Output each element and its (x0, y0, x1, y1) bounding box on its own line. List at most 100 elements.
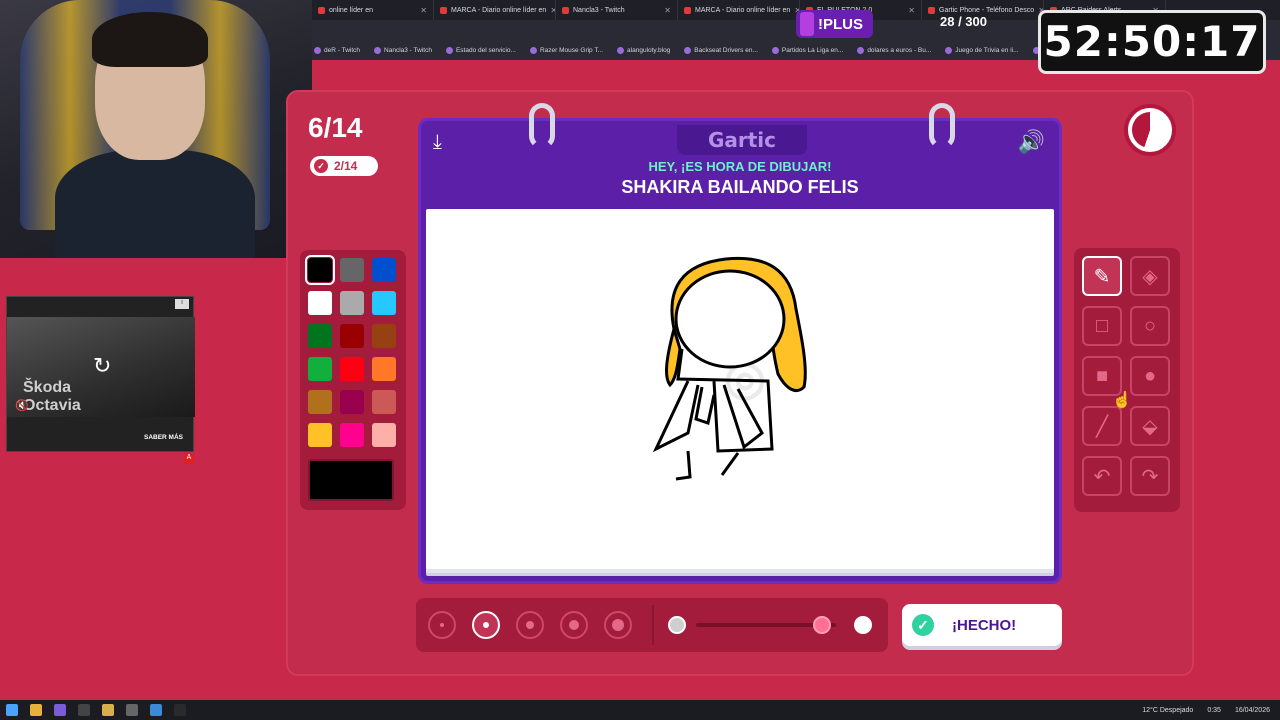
brush-settings-bar (416, 598, 888, 652)
undo-icon[interactable]: ↶ (1082, 456, 1122, 496)
mouse-cursor-icon: ☝ (1112, 392, 1132, 409)
stream-timer: 52:50:17 (1038, 10, 1266, 74)
bookmark-item[interactable]: Nancla3 - Twitch (374, 46, 432, 54)
twitch-icon (562, 6, 569, 14)
app-icon[interactable] (126, 704, 138, 716)
ad-cta-button[interactable]: SABER MÁS (144, 434, 183, 441)
bookmark-icon (445, 46, 453, 54)
drawing-board: ⤓ Gartic 🔊 HEY, ¡ES HORA DE DIBUJAR! SHA… (418, 103, 1062, 584)
line-tool-icon[interactable]: ╱ (1082, 406, 1122, 446)
browser-tab[interactable]: MARCA - Diario online líder en✕ (434, 0, 556, 20)
eraser-tool-icon[interactable]: ◈ (1130, 256, 1170, 296)
brush-size-option[interactable] (428, 611, 456, 639)
opacity-slider-thumb[interactable] (813, 616, 831, 634)
browser-tab[interactable]: MARCA - Diario online líder en✕ (678, 0, 800, 20)
replay-icon[interactable]: ↻ (93, 353, 111, 379)
bookmark-item[interactable]: deR - Twitch (314, 46, 361, 54)
color-swatch[interactable] (340, 324, 364, 348)
sound-icon[interactable]: 🔊 (1018, 129, 1045, 155)
browser-tab[interactable]: Nancla3 - Twitch ✕ (556, 0, 678, 20)
done-check-icon: ✓ (912, 614, 934, 636)
marca-icon (684, 6, 691, 14)
color-swatch[interactable] (340, 291, 364, 315)
color-swatch[interactable] (372, 291, 396, 315)
bookmark-item[interactable]: Partidos La Liga en... (771, 46, 844, 54)
stream-counter: 28 / 300 (940, 14, 987, 29)
color-swatch[interactable] (305, 255, 335, 285)
binder-ring-right (929, 103, 955, 149)
bookmark-label: Backseat Drivers en... (694, 46, 758, 54)
color-swatch[interactable] (308, 291, 332, 315)
bucket-fill-tool-icon[interactable]: ⬙ (1130, 406, 1170, 446)
rectangle-outline-tool-icon[interactable]: □ (1082, 306, 1122, 346)
bookmark-label: alanguloty.blog (627, 46, 671, 54)
plus-logo-icon (800, 12, 814, 36)
close-icon[interactable]: ✕ (908, 6, 915, 15)
color-swatch[interactable] (340, 258, 364, 282)
bookmark-label: Nancla3 - Twitch (384, 46, 432, 54)
round-counter: 6/14 (308, 112, 363, 143)
current-color-preview (308, 459, 394, 501)
opacity-slider[interactable] (696, 616, 836, 634)
download-icon[interactable]: ⤓ (433, 131, 442, 154)
color-swatch[interactable] (372, 357, 396, 381)
brush-size-option[interactable] (472, 611, 500, 639)
folder-icon[interactable] (102, 704, 114, 716)
color-swatch[interactable] (308, 324, 332, 348)
drawing-canvas[interactable]: ◎ (426, 209, 1054, 569)
clock-date: 16/04/2026 (1234, 706, 1270, 714)
terminal-icon[interactable] (174, 704, 186, 716)
close-icon[interactable]: ✕ (420, 6, 427, 15)
bookmark-item[interactable]: dolares a euros - Bu... (857, 46, 931, 54)
color-swatch[interactable] (372, 324, 396, 348)
color-swatch[interactable] (372, 423, 396, 447)
bookmark-item[interactable]: Juego de Trivia en li... (945, 46, 1019, 54)
done-button[interactable]: ✓ ¡HECHO! (902, 604, 1062, 646)
app-icon[interactable] (78, 704, 90, 716)
browser-tab[interactable]: online líder en ✕ (312, 0, 434, 20)
color-swatch[interactable] (372, 390, 396, 414)
ad-info-icon[interactable]: i (175, 299, 189, 309)
color-swatch[interactable] (308, 390, 332, 414)
brush-size-option[interactable] (604, 611, 632, 639)
color-swatch[interactable] (308, 357, 332, 381)
color-swatch[interactable] (340, 357, 364, 381)
color-swatch[interactable] (340, 390, 364, 414)
ad-title-line2: Octavia (23, 397, 81, 414)
bookmark-label: Estado del servicio... (455, 46, 516, 54)
chrome-icon[interactable] (30, 704, 42, 716)
bookmark-icon (684, 46, 692, 54)
color-swatch[interactable] (308, 423, 332, 447)
circle-outline-tool-icon[interactable]: ○ (1130, 306, 1170, 346)
bookmark-label: Partidos La Liga en... (781, 46, 844, 54)
pencil-tool-icon[interactable]: ✎ (1082, 256, 1122, 296)
redo-icon[interactable]: ↷ (1130, 456, 1170, 496)
opacity-max-icon (854, 616, 872, 634)
prompt-word: SHAKIRA BAILANDO FELIS (621, 177, 859, 197)
color-swatch[interactable] (372, 258, 396, 282)
bookmark-icon (857, 46, 865, 54)
binder-ring-left (529, 103, 555, 149)
gartic-logo: Gartic (677, 125, 807, 155)
bookmark-item[interactable]: Razer Mouse Grip T... (529, 46, 603, 54)
bookmark-item[interactable]: alanguloty.blog (617, 46, 671, 54)
round-timer-icon (1124, 104, 1176, 156)
circle-fill-tool-icon[interactable]: ● (1130, 356, 1170, 396)
bookmark-item[interactable]: Estado del servicio... (445, 46, 516, 54)
gartic-icon (928, 6, 935, 14)
brush-size-option[interactable] (516, 611, 544, 639)
video-ad[interactable]: i ↻ Škoda Octavia 🔇 SABER MÁS (6, 296, 195, 452)
app-icon[interactable] (54, 704, 66, 716)
tab-label: MARCA - Diario online líder en (695, 6, 791, 14)
tool-panel: ✎ ◈ □ ○ ■ ● ╱ ⬙ ↶ ↷ (1074, 248, 1180, 512)
bookmark-label: deR - Twitch (324, 46, 361, 54)
bookmark-item[interactable]: Backseat Drivers en... (684, 46, 758, 54)
mute-icon[interactable]: 🔇 (15, 399, 29, 412)
brush-size-option[interactable] (560, 611, 588, 639)
start-icon[interactable] (6, 704, 18, 716)
close-icon[interactable]: ✕ (664, 6, 671, 15)
app-icon[interactable] (150, 704, 162, 716)
color-swatch[interactable] (340, 423, 364, 447)
bookmark-icon (374, 46, 382, 54)
opacity-min-icon (668, 616, 686, 634)
